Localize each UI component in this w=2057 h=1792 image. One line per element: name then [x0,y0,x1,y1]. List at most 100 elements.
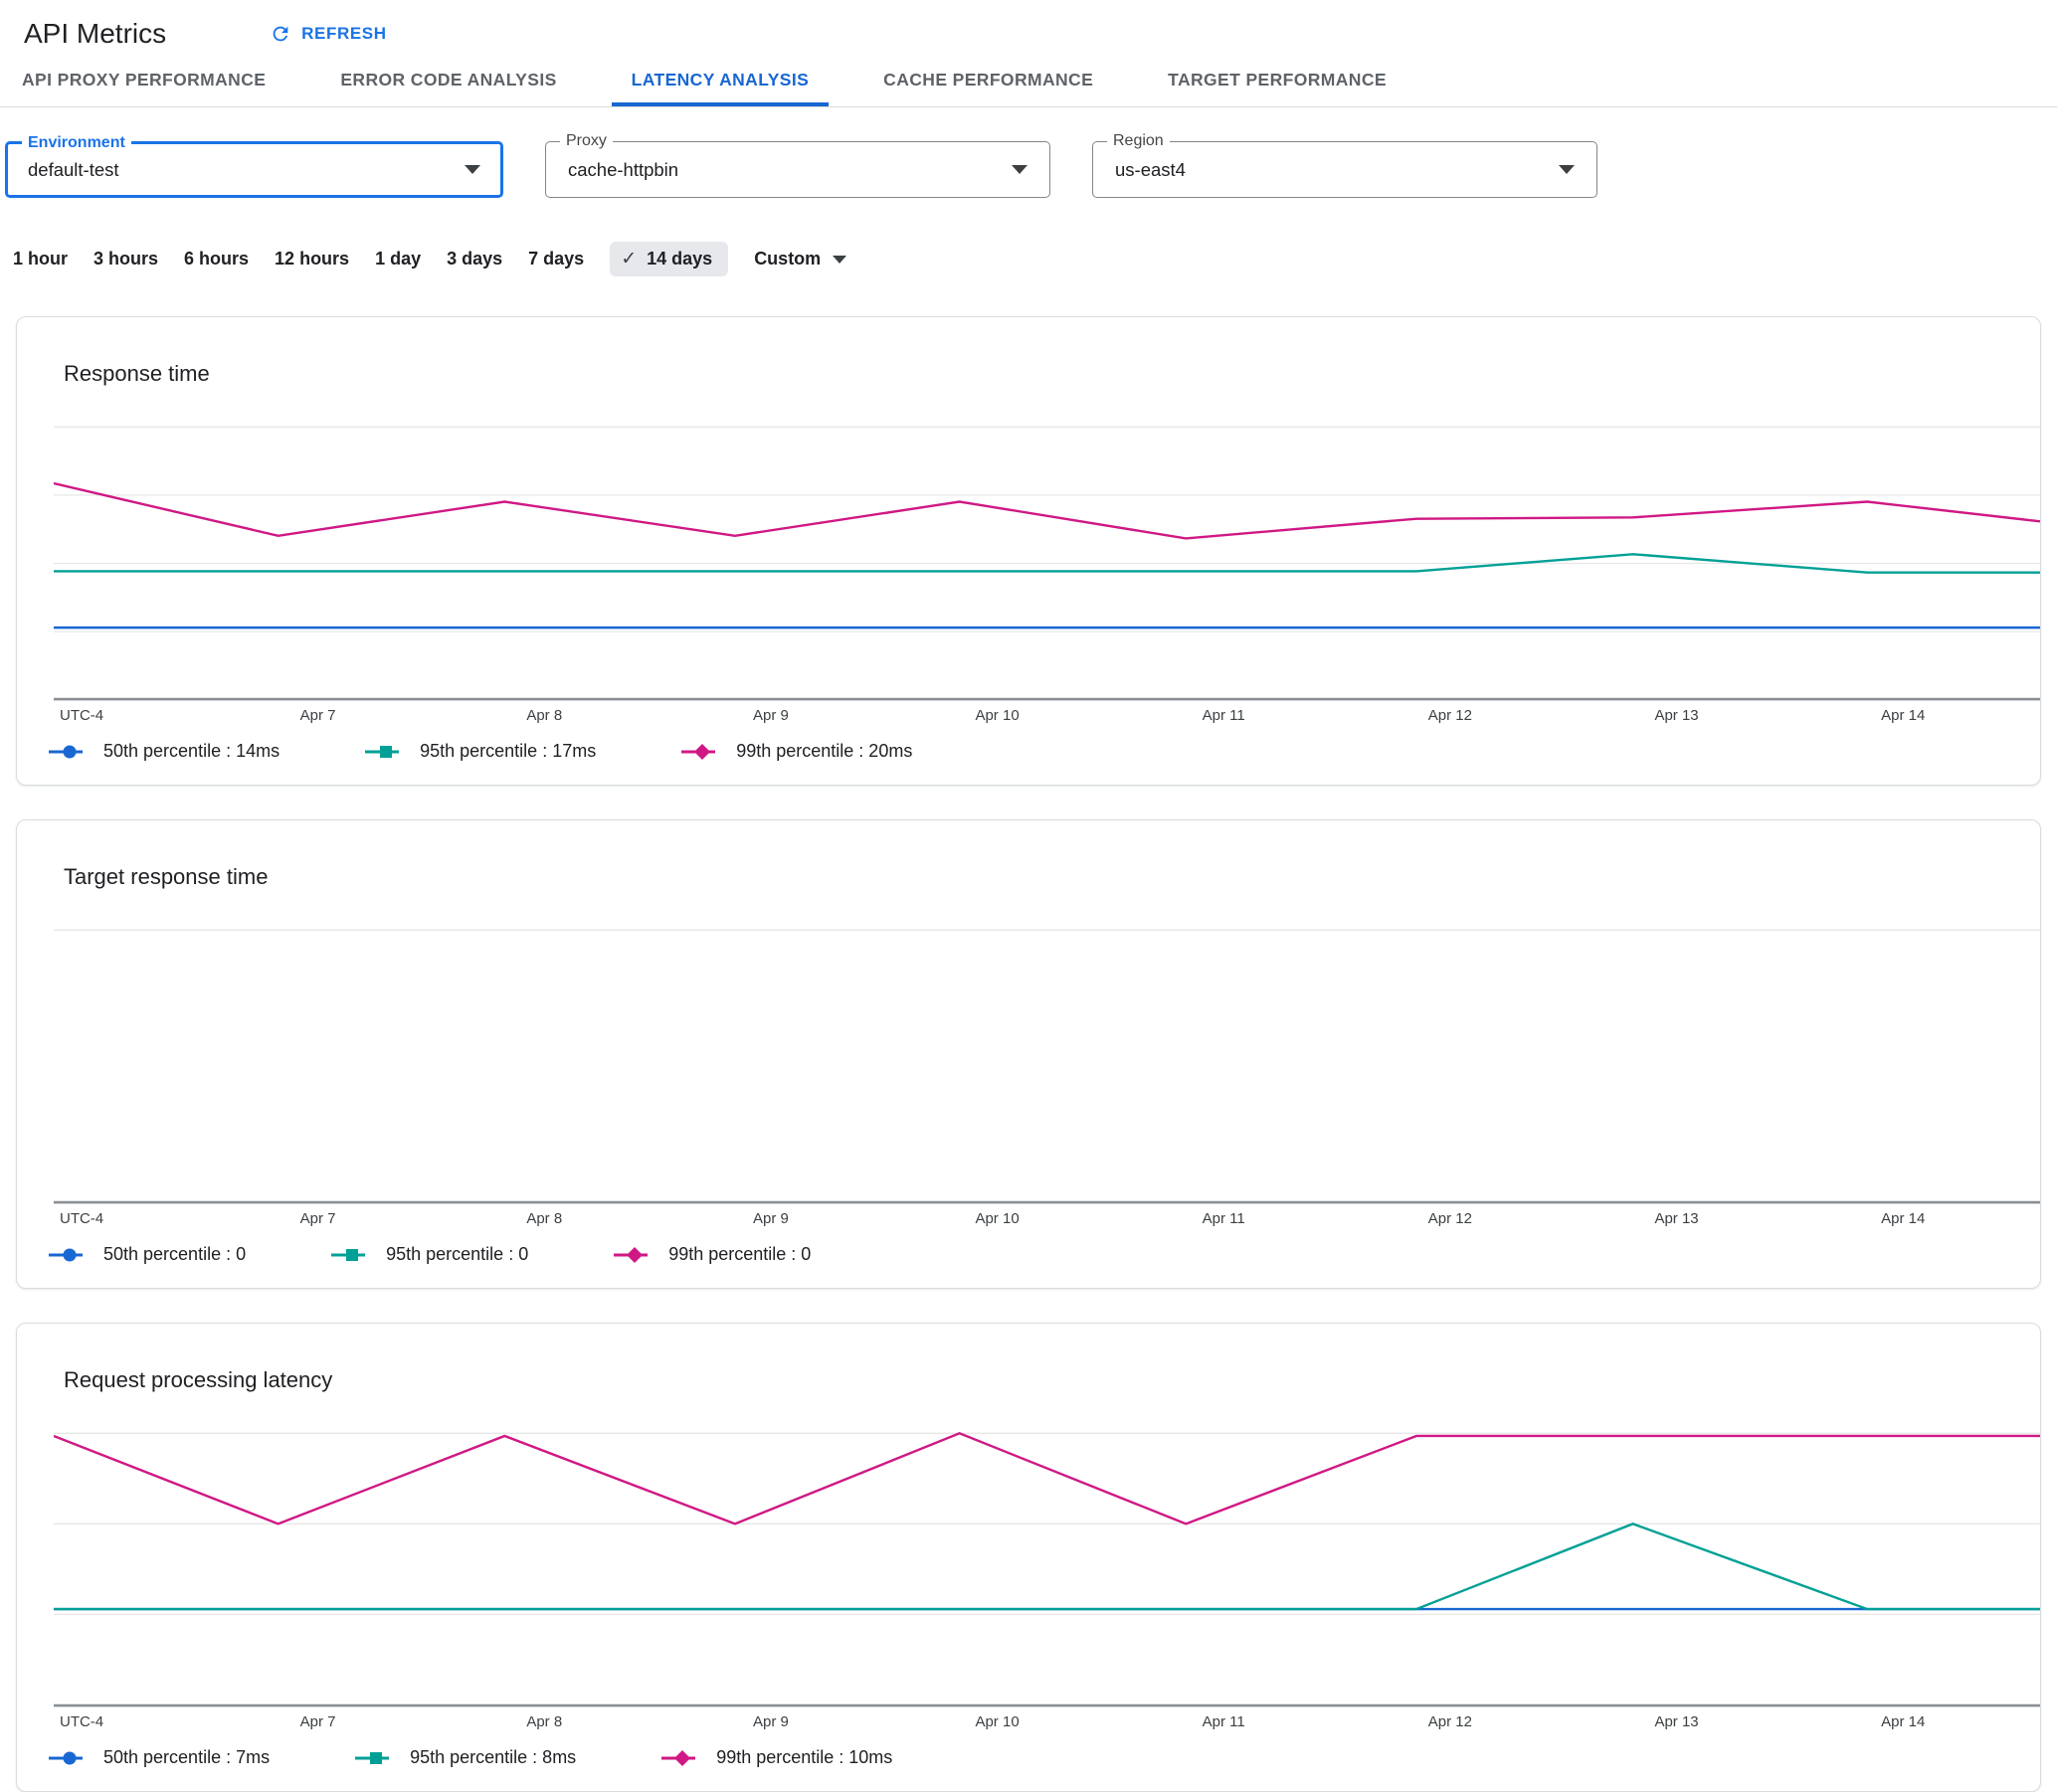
filter-row: Environment default-test Proxy cache-htt… [0,107,2057,198]
legend-label: 99th percentile : 20ms [736,741,913,761]
tab-bar: API PROXY PERFORMANCE ERROR CODE ANALYSI… [0,58,2057,107]
chart-area [54,929,2040,1204]
axis-tick-label: Apr 14 [1881,1713,1926,1730]
axis-tick-label: Apr 13 [1654,1210,1699,1227]
page-header: API Metrics REFRESH [0,0,2057,58]
axis-utc-label: UTC-4 [59,1713,104,1730]
time-range-1-day[interactable]: 1 day [375,249,421,269]
time-range-12-hours[interactable]: 12 hours [275,249,349,269]
chart-title: Request processing latency [64,1367,333,1392]
request-processing-latency-chart[interactable] [54,1432,2040,1707]
tab-latency-analysis[interactable]: LATENCY ANALYSIS [611,58,830,106]
legend-item-square[interactable]: 95th percentile : 8ms [355,1747,576,1768]
response-time-chart[interactable] [54,426,2040,701]
x-axis: UTC-4 Apr 7 Apr 8 Apr 9 Apr 10 Apr 11 Apr 12 Ap… [54,1713,2040,1737]
legend-marker-circle-icon [49,1751,83,1764]
axis-tick-label: Apr 9 [752,707,789,724]
legend-item-diamond[interactable]: 99th percentile : 10ms [661,1747,892,1768]
axis-tick-label: Apr 10 [975,707,1020,724]
legend-marker-circle-icon [49,745,83,758]
legend-marker-diamond-icon [681,743,716,760]
legend-item-circle[interactable]: 50th percentile : 14ms [49,741,280,762]
environment-select-label: Environment [22,134,131,152]
proxy-select[interactable]: Proxy cache-httpbin [545,132,1050,198]
time-range-custom[interactable]: Custom [754,249,847,269]
time-range-14-days-selected[interactable]: ✓ 14 days [610,242,729,276]
axis-tick-label: Apr 10 [975,1210,1020,1227]
legend-item-square[interactable]: 95th percentile : 0 [331,1244,528,1265]
legend-marker-circle-icon [49,1248,83,1261]
time-range-bar: 1 hour 3 hours 6 hours 12 hours 1 day 3 … [0,198,2057,276]
legend-item-diamond[interactable]: 99th percentile : 0 [614,1244,811,1265]
axis-tick-label: Apr 12 [1427,1210,1472,1227]
legend-item-diamond[interactable]: 99th percentile : 20ms [681,741,912,762]
chart-title: Target response time [64,864,269,889]
chevron-down-icon [1559,165,1575,174]
legend-label: 95th percentile : 8ms [410,1747,577,1767]
time-range-3-hours[interactable]: 3 hours [94,249,158,269]
refresh-label: REFRESH [301,24,387,43]
legend-item-square[interactable]: 95th percentile : 17ms [365,741,596,762]
axis-tick-label: Apr 13 [1654,1713,1699,1730]
legend-label: 50th percentile : 0 [103,1244,247,1264]
axis-tick-label: Apr 7 [299,1713,336,1730]
refresh-icon [273,26,288,42]
legend-item-circle[interactable]: 50th percentile : 0 [49,1244,246,1265]
chart-legend: 50th percentile : 0 95th percentile : 0 99… [49,1244,811,1265]
axis-tick-label: Apr 7 [299,1210,336,1227]
request-processing-latency-card: Request processing latency UTC-4 Apr 7 Apr… [16,1323,2041,1792]
tab-target-performance[interactable]: TARGET PERFORMANCE [1148,58,1406,106]
axis-tick-label: Apr 9 [752,1210,789,1227]
x-axis: UTC-4 Apr 7 Apr 8 Apr 9 Apr 10 Apr 11 Apr 12 Ap… [54,1210,2040,1234]
chevron-down-icon [1012,165,1028,174]
region-select[interactable]: Region us-east4 [1092,132,1597,198]
legend-label: 95th percentile : 17ms [420,741,597,761]
legend-label: 99th percentile : 10ms [716,1747,893,1767]
refresh-button[interactable]: REFRESH [270,23,386,45]
environment-select-value: default-test [28,158,119,180]
target-response-time-chart[interactable] [54,929,2040,1204]
region-select-label: Region [1107,132,1170,150]
custom-label: Custom [754,249,822,269]
legend-item-circle[interactable]: 50th percentile : 7ms [49,1747,270,1768]
axis-tick-label: Apr 10 [975,1713,1020,1730]
tab-error-code-analysis[interactable]: ERROR CODE ANALYSIS [320,58,576,106]
time-range-3-days[interactable]: 3 days [447,249,502,269]
legend-marker-square-icon [355,1751,390,1764]
legend-marker-square-icon [331,1248,366,1261]
axis-tick-label: Apr 11 [1202,1210,1245,1227]
axis-tick-label: Apr 14 [1881,1210,1926,1227]
legend-marker-square-icon [365,745,400,758]
axis-utc-label: UTC-4 [59,707,104,724]
legend-label: 50th percentile : 7ms [103,1747,271,1767]
page-title: API Metrics [24,18,167,49]
legend-label: 99th percentile : 0 [668,1244,812,1264]
time-chip-label: 14 days [647,249,713,269]
axis-tick-label: Apr 8 [526,707,563,724]
axis-tick-label: Apr 12 [1427,707,1472,724]
time-range-7-days[interactable]: 7 days [528,249,584,269]
proxy-select-label: Proxy [560,132,613,150]
tab-cache-performance[interactable]: CACHE PERFORMANCE [863,58,1113,106]
chart-legend: 50th percentile : 14ms 95th percentile : … [49,741,912,762]
environment-select[interactable]: Environment default-test [5,134,503,198]
chart-legend: 50th percentile : 7ms 95th percentile : 8… [49,1747,892,1768]
axis-tick-label: Apr 13 [1654,707,1699,724]
axis-tick-label: Apr 9 [752,1713,789,1730]
axis-utc-label: UTC-4 [59,1210,104,1227]
tab-api-proxy-performance[interactable]: API PROXY PERFORMANCE [2,58,285,106]
target-response-time-card: Target response time UTC-4 Apr 7 Apr 8 Apr … [16,819,2041,1289]
chart-title: Response time [64,361,210,386]
region-select-value: us-east4 [1115,158,1186,180]
axis-tick-label: Apr 11 [1202,1713,1245,1730]
time-range-1-hour[interactable]: 1 hour [13,249,68,269]
axis-tick-label: Apr 8 [526,1210,563,1227]
axis-tick-label: Apr 14 [1881,707,1926,724]
response-time-card: Response time UTC-4 Apr 7 Apr 8 Apr 9 Apr 10… [16,316,2041,786]
axis-tick-label: Apr 12 [1427,1713,1472,1730]
legend-label: 50th percentile : 14ms [103,741,280,761]
legend-marker-diamond-icon [614,1246,649,1263]
proxy-select-value: cache-httpbin [568,158,679,180]
chart-area [54,426,2040,701]
time-range-6-hours[interactable]: 6 hours [184,249,249,269]
